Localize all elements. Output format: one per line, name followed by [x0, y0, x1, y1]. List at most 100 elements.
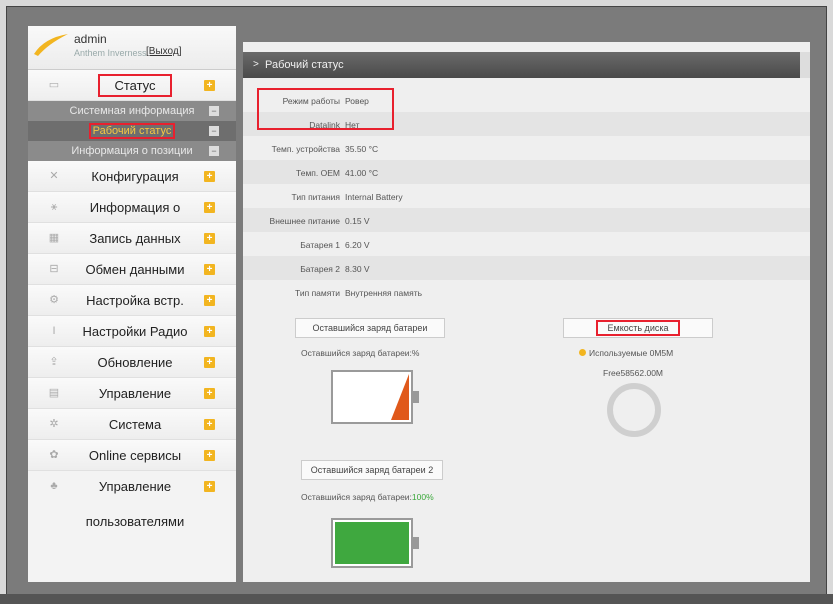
used-legend-dot — [579, 349, 586, 356]
disk-title-bar: Емкость диска — [563, 318, 713, 338]
row-label: Тип памяти — [295, 288, 340, 298]
battery2-text: Оставшийся заряд батареи:100% — [301, 492, 434, 502]
expand-icon[interactable]: + — [204, 388, 215, 399]
row-value: Internal Battery — [345, 192, 403, 202]
row-label: Тип питания — [291, 192, 340, 202]
antenna-icon: I — [52, 325, 56, 337]
status-row-oem-temp: Темп. OEM 41.00 °C — [243, 160, 810, 184]
network-icon: ⊟ — [49, 263, 59, 275]
row-label: Внешнее питание — [269, 216, 340, 226]
submenu-work-status[interactable]: Рабочий статус − — [28, 121, 236, 141]
user-subtitle: Anthem Inverness — [74, 48, 147, 58]
sidebar-item-label: Настройка встр. — [86, 293, 184, 308]
sidebar-item-label-line2: пользователями — [85, 514, 185, 529]
sidebar-item-embedded-settings[interactable]: ⚙ Настройка встр. + — [28, 285, 236, 316]
user-box: admin Anthem Inverness [Выход] — [28, 26, 236, 70]
battery1-level — [391, 374, 409, 420]
expand-icon[interactable]: + — [204, 326, 215, 337]
sidebar-item-label: Управление — [98, 386, 172, 401]
expand-icon[interactable]: + — [204, 419, 215, 430]
battery2-level — [335, 522, 409, 564]
disk-title: Емкость диска — [595, 320, 681, 336]
submenu-label: Рабочий статус — [88, 123, 176, 139]
sidebar-item-radio-settings[interactable]: I Настройки Радио + — [28, 316, 236, 347]
row-value: 35.50 °C — [345, 144, 379, 154]
row-label: Темп. OEM — [296, 168, 340, 178]
sidebar: admin Anthem Inverness [Выход] ▭ Статус … — [28, 26, 236, 582]
row-value: 0.15 V — [345, 216, 370, 226]
status-row-battery2: Батарея 2 8.30 V — [243, 256, 810, 280]
sidebar-item-label: Статус — [98, 74, 172, 97]
sidebar-item-user-management[interactable]: ♣ Управление + — [28, 471, 236, 502]
battery1-indicator — [331, 370, 419, 424]
section-header: > Рабочий статус — [243, 52, 810, 78]
status-bar — [0, 594, 833, 604]
main-content: > Рабочий статус Режим работы Ровер Data… — [243, 42, 810, 582]
row-label: Темп. устройства — [271, 144, 340, 154]
status-row-battery1: Батарея 1 6.20 V — [243, 232, 810, 256]
expand-icon[interactable]: + — [204, 233, 215, 244]
expand-icon[interactable]: + — [204, 202, 215, 213]
sidebar-item-label: Система — [108, 417, 162, 432]
sidebar-item-info[interactable]: ⚹ Информация о + — [28, 192, 236, 223]
cloud-icon: ✿ — [49, 449, 59, 461]
row-value: 6.20 V — [345, 240, 370, 250]
logout-link[interactable]: [Выход] — [146, 46, 181, 57]
section-title: Рабочий статус — [265, 59, 344, 71]
sidebar-item-data-exchange[interactable]: ⊟ Обмен данными + — [28, 254, 236, 285]
expand-icon[interactable]: + — [204, 450, 215, 461]
tools-icon: ✕ — [49, 170, 59, 182]
row-label: Батарея 1 — [300, 240, 340, 250]
collapse-icon: − — [209, 106, 219, 116]
sidebar-item-label: Настройки Радио — [82, 324, 188, 339]
settings-icon: ⚙ — [49, 294, 59, 306]
sidebar-item-status[interactable]: ▭ Статус + — [28, 70, 236, 101]
disk-usage-ring — [607, 383, 661, 437]
highlight-box — [257, 88, 394, 130]
status-row-memory-type: Тип памяти Внутренняя память — [243, 280, 810, 304]
sidebar-item-label: Информация о — [89, 200, 181, 215]
sidebar-item-label: Управление — [98, 479, 172, 494]
chevron-right-icon: > — [253, 59, 259, 70]
sidebar-item-label: Online сервисы — [88, 448, 182, 463]
row-label: Батарея 2 — [300, 264, 340, 274]
battery2-title: Оставшийся заряд батареи 2 — [301, 460, 443, 480]
chip-icon: ▤ — [48, 387, 60, 399]
submenu-label: Системная информация — [69, 105, 195, 117]
sidebar-item-online-services[interactable]: ✿ Online сервисы + — [28, 440, 236, 471]
battery1-title: Оставшийся заряд батареи — [295, 318, 445, 338]
battery2-percent: 100% — [411, 492, 434, 502]
sidebar-item-system[interactable]: ✲ Система + — [28, 409, 236, 440]
monitor-icon: ▭ — [48, 79, 60, 91]
status-row-power-type: Тип питания Internal Battery — [243, 184, 810, 208]
battery1-text: Оставшийся заряд батареи:% — [301, 348, 420, 358]
upload-icon: ⇪ — [49, 356, 59, 368]
calendar-icon: ▦ — [48, 232, 60, 244]
expand-icon[interactable]: + — [204, 264, 215, 275]
sidebar-item-data-logging[interactable]: ▦ Запись данных + — [28, 223, 236, 254]
submenu-position-info[interactable]: Информация о позиции − — [28, 141, 236, 161]
users-icon: ♣ — [50, 480, 58, 492]
row-value: 8.30 V — [345, 264, 370, 274]
expand-icon[interactable]: + — [204, 80, 215, 91]
expand-icon[interactable]: + — [204, 481, 215, 492]
sidebar-item-update[interactable]: ⇪ Обновление + — [28, 347, 236, 378]
battery2-indicator — [331, 518, 419, 568]
disk-used: Используемые 0M5M — [579, 348, 673, 358]
collapse-icon: − — [209, 126, 219, 136]
submenu-system-info[interactable]: Системная информация − — [28, 101, 236, 121]
row-value: Внутренняя память — [345, 288, 423, 298]
sidebar-item-label: Запись данных — [89, 231, 181, 246]
submenu-label: Информация о позиции — [71, 145, 193, 157]
expand-icon[interactable]: + — [204, 295, 215, 306]
sidebar-item-management[interactable]: ▤ Управление + — [28, 378, 236, 409]
expand-icon[interactable]: + — [204, 171, 215, 182]
user-name: admin — [74, 32, 107, 46]
logo-icon — [34, 34, 68, 56]
sidebar-item-configuration[interactable]: ✕ Конфигурация + — [28, 161, 236, 192]
disk-free: Free58562.00M — [603, 368, 664, 378]
sidebar-item-label: Обмен данными — [85, 262, 185, 277]
satellite-icon: ⚹ — [50, 201, 58, 213]
status-row-device-temp: Темп. устройства 35.50 °C — [243, 136, 810, 160]
expand-icon[interactable]: + — [204, 357, 215, 368]
